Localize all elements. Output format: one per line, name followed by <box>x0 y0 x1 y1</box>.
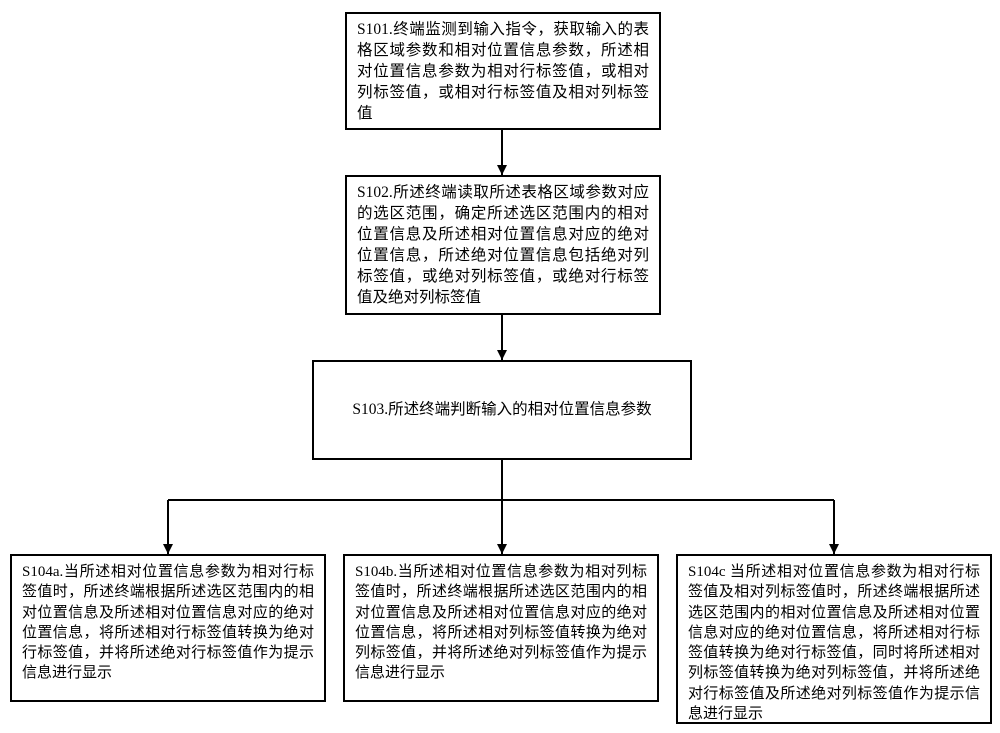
node-s102: S102.所述终端读取所述表格区域参数对应的选区范围，确定所述选区范围内的相对位… <box>345 175 661 315</box>
node-s104c: S104c 当所述相对位置信息参数为相对行标签值及相对列标签值时，所述终端根据所… <box>676 554 992 724</box>
node-s103-text: S103.所述终端判断输入的相对位置信息参数 <box>352 400 651 421</box>
node-s104b: S104b.当所述相对位置信息参数为相对列标签值时，所述终端根据所述选区范围内的… <box>343 554 659 702</box>
flowchart-canvas: S101.终端监测到输入指令，获取输入的表格区域参数和相对位置信息参数，所述相对… <box>0 0 1000 733</box>
node-s103: S103.所述终端判断输入的相对位置信息参数 <box>312 360 692 460</box>
node-s104a: S104a.当所述相对位置信息参数为相对行标签值时，所述终端根据所述选区范围内的… <box>10 554 326 702</box>
node-s101: S101.终端监测到输入指令，获取输入的表格区域参数和相对位置信息参数，所述相对… <box>345 12 661 130</box>
